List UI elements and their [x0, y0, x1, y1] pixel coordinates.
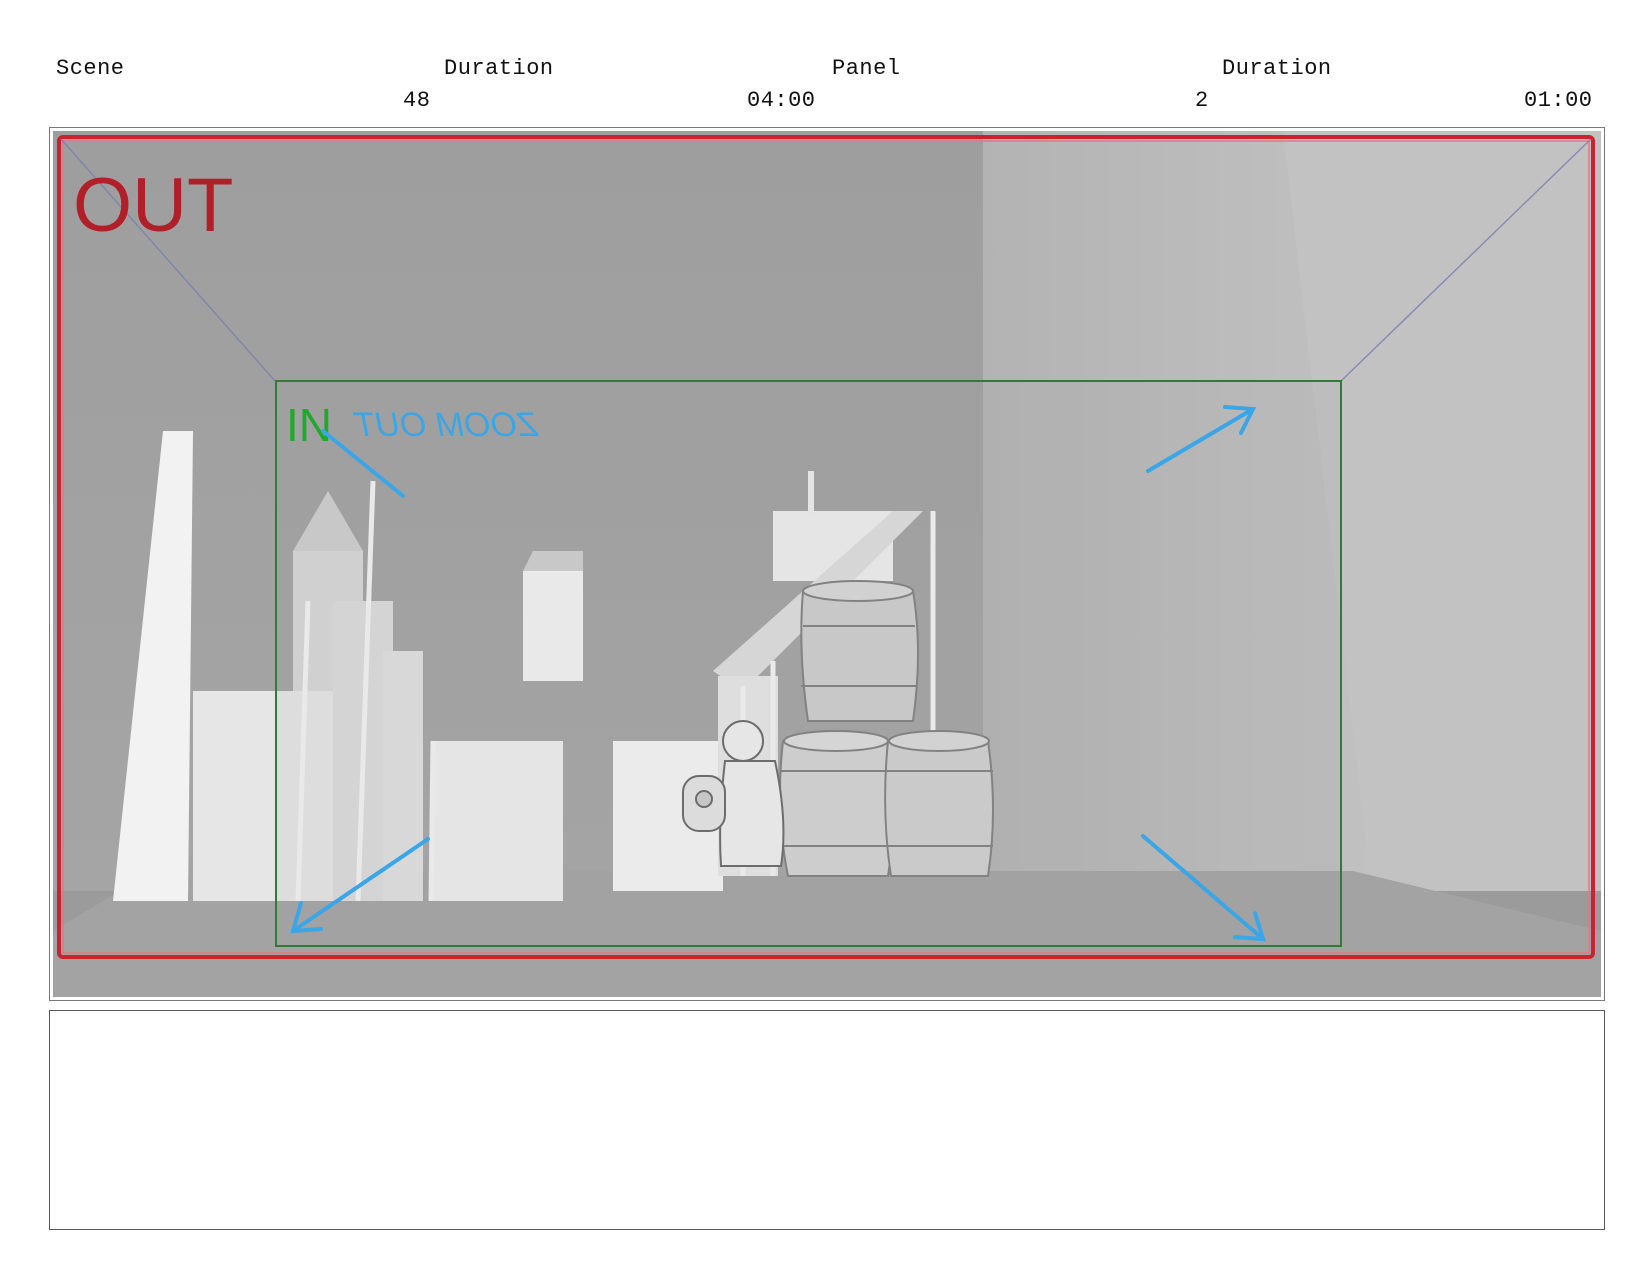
- storyboard-panel: OUT IN ZOOM OUT: [49, 127, 1605, 1001]
- out-label: OUT: [73, 163, 233, 248]
- panel-label: Panel: [832, 56, 901, 81]
- scene-duration-label: Duration: [444, 56, 554, 81]
- panel-duration-value: 01:00: [1524, 88, 1593, 113]
- scene-duration-value: 04:00: [747, 88, 816, 113]
- panel-duration-label: Duration: [1222, 56, 1332, 81]
- scene-number: 48: [403, 88, 431, 113]
- scene-label: Scene: [56, 56, 125, 81]
- panel-notes-box[interactable]: [49, 1010, 1605, 1230]
- panel-artwork: OUT IN ZOOM OUT: [53, 131, 1601, 997]
- zoom-out-note: ZOOM OUT: [353, 406, 539, 444]
- in-label: IN: [286, 399, 332, 451]
- in-frame: [275, 380, 1342, 947]
- panel-number: 2: [1195, 88, 1209, 113]
